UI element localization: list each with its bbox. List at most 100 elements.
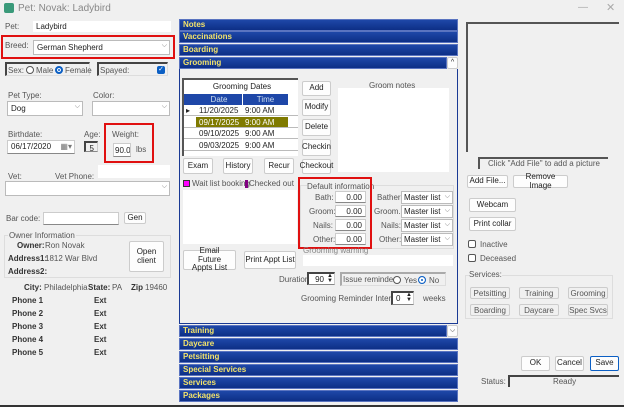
groom-notes-textarea[interactable] xyxy=(338,88,449,172)
groomer-select[interactable]: Master list ⌵ xyxy=(401,205,453,218)
male-radio[interactable] xyxy=(26,66,34,74)
save-button[interactable]: Save xyxy=(590,356,619,371)
gen-button[interactable]: Gen xyxy=(124,212,146,224)
expand-training-button[interactable]: ⌵ xyxy=(447,325,458,337)
webcam-button[interactable]: Webcam xyxy=(469,198,516,212)
chevron-down-icon: ⌵ xyxy=(444,193,450,200)
pet-name-input[interactable]: Ladybird xyxy=(33,21,171,32)
service-spec-svcs-button[interactable]: Spec Svcs xyxy=(568,304,608,316)
birthdate-picker[interactable]: 06/17/2020 ▦▾ xyxy=(7,140,75,154)
inactive-checkbox[interactable] xyxy=(468,240,476,248)
ok-button[interactable]: OK xyxy=(521,356,550,371)
color-select[interactable]: ⌵ xyxy=(92,101,170,116)
time-cell: 9:00 AM xyxy=(245,129,275,138)
other-input[interactable]: 0.00 xyxy=(335,233,366,245)
grooming-warning-input[interactable] xyxy=(303,255,453,266)
delete-button[interactable]: Delete xyxy=(302,119,331,136)
vet-select[interactable]: ⌵ xyxy=(5,181,170,196)
bath-input[interactable]: 0.00 xyxy=(335,191,366,203)
pet-type-label: Pet Type: xyxy=(8,91,42,100)
checkin-button[interactable]: Checkin xyxy=(302,139,331,156)
remove-image-button[interactable]: Remove Image xyxy=(513,172,568,189)
reminders-no-radio[interactable] xyxy=(418,276,426,284)
deceased-checkbox[interactable] xyxy=(468,254,476,262)
modify-button[interactable]: Modify xyxy=(302,99,331,116)
service-petsitting-button[interactable]: Petsitting xyxy=(470,287,510,299)
spayed-label: Spayed: xyxy=(100,66,130,75)
barcode-input[interactable] xyxy=(43,212,119,225)
breed-select[interactable]: German Shepherd ⌵ xyxy=(33,40,170,55)
cancel-button[interactable]: Cancel xyxy=(555,356,584,371)
print-collar-button[interactable]: Print collar xyxy=(469,217,516,231)
exam-button[interactable]: Exam xyxy=(183,158,213,174)
nails-input[interactable]: 0.00 xyxy=(335,219,366,231)
time-cell: 9:00 AM xyxy=(245,106,275,115)
chevron-down-icon: ⌵ xyxy=(161,42,167,49)
date-cell: 09/17/2025 xyxy=(199,118,240,127)
state-value: PA xyxy=(112,283,123,292)
waitlist-swatch xyxy=(183,180,190,187)
nails-staff-select[interactable]: Master list ⌵ xyxy=(401,219,453,232)
age-value: 5 xyxy=(84,141,98,152)
address1-value: 1812 War Blvd xyxy=(45,254,98,263)
vet-phone-input[interactable] xyxy=(98,165,170,178)
table-row[interactable]: 09/03/2025 9:00 AM xyxy=(184,140,298,151)
section-grooming[interactable]: Grooming xyxy=(179,57,447,69)
section-boarding[interactable]: Boarding xyxy=(179,44,458,56)
section-services[interactable]: Services xyxy=(179,377,458,389)
section-daycare[interactable]: Daycare xyxy=(179,338,458,350)
section-notes[interactable]: Notes xyxy=(179,19,458,31)
add-button[interactable]: Add xyxy=(302,81,331,96)
service-grooming-button[interactable]: Grooming xyxy=(568,287,608,299)
table-row[interactable]: 09/10/2025 9:00 AM xyxy=(184,128,298,139)
birthdate-value: 06/17/2020 xyxy=(11,142,52,151)
nails-staff-label: Nails: xyxy=(381,221,402,230)
bottom-area xyxy=(0,407,624,415)
date-column-header[interactable]: Date xyxy=(196,94,242,105)
pet-type-select[interactable]: Dog ⌵ xyxy=(7,101,83,116)
reminder-interval-spinner[interactable]: 0 ▲ ▼ xyxy=(391,291,414,305)
weight-input[interactable]: 90.0 xyxy=(113,143,131,157)
reminders-yes-radio[interactable] xyxy=(393,276,401,284)
other-staff-select[interactable]: Master list ⌵ xyxy=(401,233,453,246)
bather-select[interactable]: Master list ⌵ xyxy=(401,191,453,204)
duration-spinner[interactable]: 90 ▲ ▼ xyxy=(307,272,335,285)
birthdate-label: Birthdate: xyxy=(8,130,43,139)
collapse-grooming-button[interactable]: ^ xyxy=(447,57,458,69)
email-future-appts-button[interactable]: Email Future Appts List xyxy=(183,246,236,272)
minimize-button[interactable]: — xyxy=(578,2,588,13)
duration-value: 90 xyxy=(315,275,324,284)
city-value: Philadelphia xyxy=(44,283,88,292)
service-daycare-button[interactable]: Daycare xyxy=(519,304,559,316)
inactive-label: Inactive xyxy=(480,240,508,249)
close-button[interactable]: ✕ xyxy=(606,1,615,14)
pet-picture xyxy=(466,22,619,152)
owner-value: Ron Novak xyxy=(45,241,85,250)
print-appt-list-button[interactable]: Print Appt List xyxy=(244,251,296,269)
other-staff-value: Master list xyxy=(404,235,441,244)
female-radio[interactable] xyxy=(55,66,63,74)
spayed-checkbox[interactable]: ✓ xyxy=(157,66,165,74)
section-special-services[interactable]: Special Services xyxy=(179,364,458,376)
service-boarding-button[interactable]: Boarding xyxy=(470,304,510,316)
history-button[interactable]: History xyxy=(223,158,253,174)
add-file-button[interactable]: Add File... xyxy=(467,175,508,188)
recur-button[interactable]: Recur xyxy=(264,158,294,174)
checkout-button[interactable]: Checkout xyxy=(300,159,333,174)
checked-out-swatch xyxy=(245,180,248,188)
section-packages[interactable]: Packages xyxy=(179,390,458,402)
section-petsitting[interactable]: Petsitting xyxy=(179,351,458,363)
owner-label: Owner: xyxy=(17,241,45,250)
time-column-header[interactable]: Time xyxy=(243,94,288,105)
waitlist-box[interactable] xyxy=(183,190,297,244)
table-row[interactable]: 09/17/2025 9:00 AM xyxy=(184,117,298,128)
section-vaccinations[interactable]: Vaccinations xyxy=(179,31,458,43)
breed-label: Breed: xyxy=(5,41,29,50)
open-client-button[interactable]: Open client xyxy=(129,241,164,272)
groom-input[interactable]: 0.00 xyxy=(335,205,366,217)
section-training[interactable]: Training xyxy=(179,325,447,337)
table-row[interactable]: ▸ 11/20/2025 9:00 AM xyxy=(184,105,298,116)
phone-label: Phone 1 xyxy=(12,296,44,305)
barcode-label: Bar code: xyxy=(6,214,41,223)
service-training-button[interactable]: Training xyxy=(519,287,559,299)
